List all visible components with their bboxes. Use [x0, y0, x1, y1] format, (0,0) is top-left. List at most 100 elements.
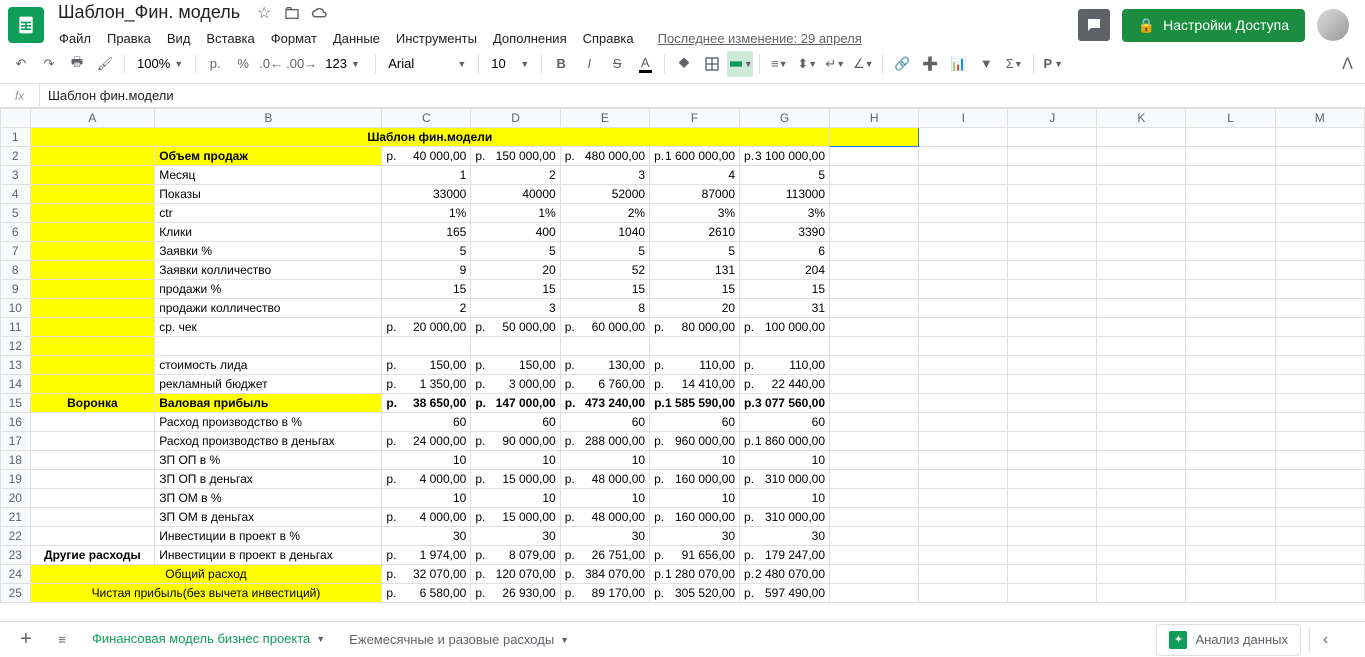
cell[interactable]: р.22 440,00: [740, 375, 830, 394]
col-header-L[interactable]: L: [1186, 109, 1275, 128]
cell[interactable]: [1275, 470, 1364, 489]
cell[interactable]: [919, 413, 1008, 432]
row-header-23[interactable]: 23: [1, 546, 31, 565]
cell[interactable]: [1097, 280, 1186, 299]
doc-title[interactable]: Шаблон_Фин. модель: [52, 0, 246, 25]
cell[interactable]: 10: [471, 451, 560, 470]
side-panel-toggle[interactable]: ‹: [1309, 628, 1333, 652]
cell[interactable]: 20: [650, 299, 740, 318]
cell[interactable]: [30, 337, 155, 356]
number-format-select[interactable]: 123▼: [319, 52, 369, 76]
cell[interactable]: 4: [650, 166, 740, 185]
cell[interactable]: [1008, 375, 1097, 394]
cell[interactable]: [1008, 470, 1097, 489]
cell[interactable]: 9: [382, 261, 471, 280]
cell[interactable]: [1275, 413, 1364, 432]
cell[interactable]: р.6 760,00: [560, 375, 649, 394]
rotate-button[interactable]: ∠▼: [850, 51, 876, 77]
cell[interactable]: р.32 070,00: [382, 565, 471, 584]
cell[interactable]: 113000: [740, 185, 830, 204]
cell[interactable]: [1008, 185, 1097, 204]
cell[interactable]: р.110,00: [740, 356, 830, 375]
cell[interactable]: 5: [382, 242, 471, 261]
cell[interactable]: р.1 860 000,00: [740, 432, 830, 451]
cell[interactable]: [1186, 299, 1275, 318]
percent-button[interactable]: %: [230, 51, 256, 77]
move-icon[interactable]: [282, 3, 302, 23]
cell[interactable]: [1008, 451, 1097, 470]
cell[interactable]: [1186, 223, 1275, 242]
col-header-I[interactable]: I: [919, 109, 1008, 128]
menu-edit[interactable]: Правка: [100, 27, 158, 50]
cell[interactable]: продажи колличество: [155, 299, 382, 318]
cell[interactable]: [830, 299, 919, 318]
row-header-25[interactable]: 25: [1, 584, 31, 603]
menu-data[interactable]: Данные: [326, 27, 387, 50]
sheet-tab-inactive[interactable]: Ежемесячные и разовые расходы▼: [337, 622, 581, 657]
cell[interactable]: [830, 318, 919, 337]
all-sheets-button[interactable]: ≡: [44, 622, 80, 657]
cell[interactable]: 30: [382, 527, 471, 546]
menu-file[interactable]: Файл: [52, 27, 98, 50]
star-icon[interactable]: ☆: [254, 3, 274, 23]
cell[interactable]: 30: [560, 527, 649, 546]
cell[interactable]: [1097, 584, 1186, 603]
cell[interactable]: [155, 337, 382, 356]
cell[interactable]: р.2 480 070,00: [740, 565, 830, 584]
cell[interactable]: [1275, 204, 1364, 223]
cell[interactable]: р.90 000,00: [471, 432, 560, 451]
cell[interactable]: [1097, 204, 1186, 223]
cell[interactable]: 52000: [560, 185, 649, 204]
cell[interactable]: 20: [471, 261, 560, 280]
cell[interactable]: [830, 546, 919, 565]
cell[interactable]: [919, 356, 1008, 375]
cell[interactable]: 30: [740, 527, 830, 546]
last-edit[interactable]: Последнее изменение: 29 апреля: [651, 27, 869, 50]
cell[interactable]: [1275, 508, 1364, 527]
cell[interactable]: [919, 299, 1008, 318]
filter-views-button[interactable]: Σ▼: [1001, 51, 1027, 77]
cell[interactable]: [1186, 280, 1275, 299]
cell[interactable]: 10: [560, 451, 649, 470]
cell[interactable]: [1008, 432, 1097, 451]
cell[interactable]: р.8 079,00: [471, 546, 560, 565]
row-header-4[interactable]: 4: [1, 185, 31, 204]
cell[interactable]: [1097, 565, 1186, 584]
cell[interactable]: [1186, 432, 1275, 451]
cell[interactable]: [30, 166, 155, 185]
cell[interactable]: 10: [650, 489, 740, 508]
cell[interactable]: 60: [650, 413, 740, 432]
cell[interactable]: [30, 204, 155, 223]
cell[interactable]: [830, 185, 919, 204]
cell[interactable]: 33000: [382, 185, 471, 204]
cell[interactable]: [830, 261, 919, 280]
cell[interactable]: [830, 565, 919, 584]
cell[interactable]: [830, 204, 919, 223]
cell[interactable]: р.1 585 590,00: [650, 394, 740, 413]
link-button[interactable]: 🔗: [889, 51, 915, 77]
cell[interactable]: 15: [471, 280, 560, 299]
cell[interactable]: [1008, 394, 1097, 413]
cell[interactable]: [919, 527, 1008, 546]
cell[interactable]: [1186, 337, 1275, 356]
cell[interactable]: 10: [382, 489, 471, 508]
menu-format[interactable]: Формат: [264, 27, 324, 50]
cell[interactable]: [1097, 166, 1186, 185]
cell[interactable]: [1097, 261, 1186, 280]
cell[interactable]: р.597 490,00: [740, 584, 830, 603]
row-header-14[interactable]: 14: [1, 375, 31, 394]
cell[interactable]: [1008, 280, 1097, 299]
input-tools-button[interactable]: Р▼: [1040, 51, 1066, 77]
cell[interactable]: [830, 489, 919, 508]
cell[interactable]: р.15 000,00: [471, 508, 560, 527]
cell[interactable]: р.48 000,00: [560, 470, 649, 489]
cell[interactable]: [1275, 299, 1364, 318]
cell[interactable]: [1097, 185, 1186, 204]
cell[interactable]: 15: [560, 280, 649, 299]
cell[interactable]: 30: [471, 527, 560, 546]
cell[interactable]: р.960 000,00: [650, 432, 740, 451]
cell[interactable]: р.160 000,00: [650, 508, 740, 527]
cell[interactable]: Расход производство в деньгах: [155, 432, 382, 451]
cell[interactable]: р.4 000,00: [382, 470, 471, 489]
cell[interactable]: р.310 000,00: [740, 470, 830, 489]
